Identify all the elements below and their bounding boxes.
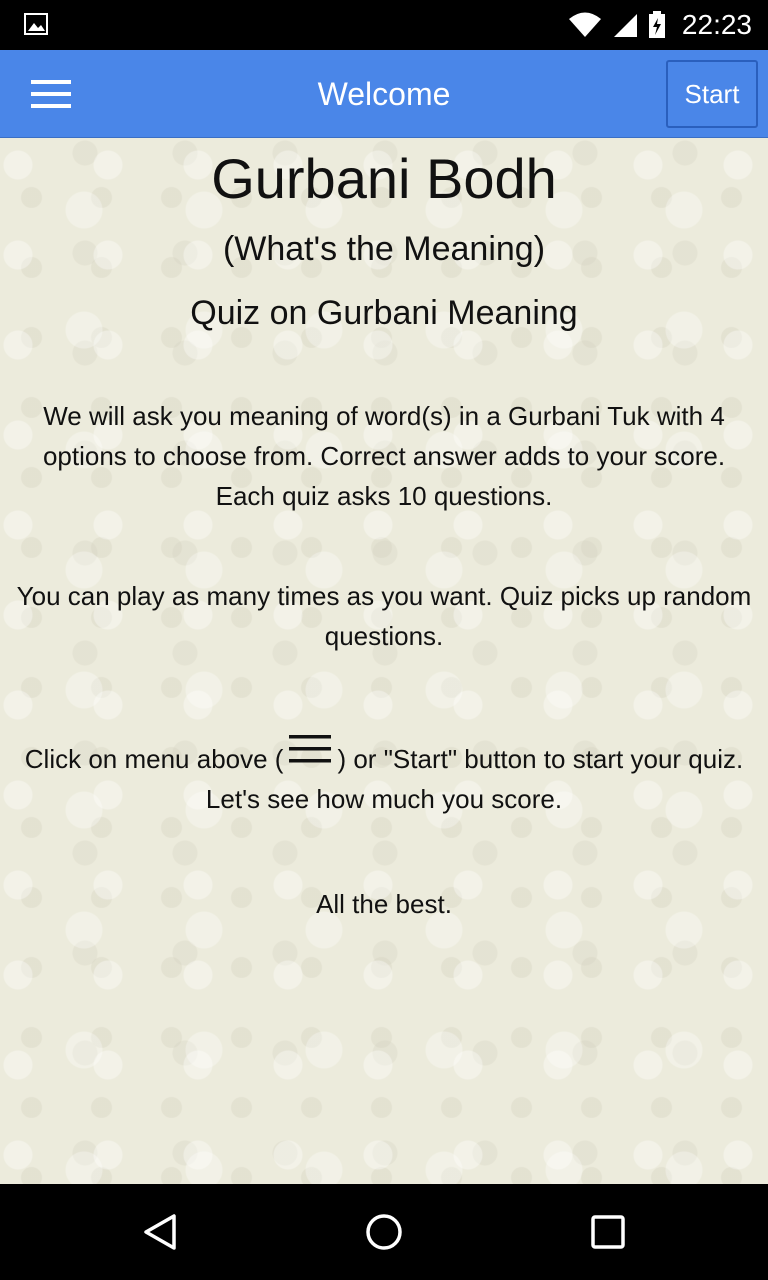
page-tagline: Quiz on Gurbani Meaning — [190, 294, 578, 332]
hamburger-menu-icon — [31, 80, 71, 108]
back-icon — [144, 1214, 176, 1250]
app-title: Welcome — [317, 75, 451, 112]
image-icon — [24, 13, 48, 35]
home-button[interactable] — [352, 1202, 416, 1262]
status-right: 22:23 — [568, 0, 752, 50]
instructions-text-after: ) or "Start" button to start your quiz. … — [205, 744, 744, 814]
inline-menu-icon — [289, 735, 332, 763]
menu-button[interactable] — [20, 68, 84, 120]
recents-button[interactable] — [576, 1202, 640, 1262]
battery-icon — [648, 11, 665, 38]
page-title: Gurbani Bodh — [211, 147, 557, 210]
replay-paragraph: You can play as many times as you want. … — [16, 581, 752, 651]
app-bar: Welcome Start — [0, 50, 768, 138]
start-instructions-paragraph: Click on menu above ( ) or "Start" butto… — [10, 734, 758, 819]
page-subtitle: (What's the Meaning) — [222, 230, 546, 268]
status-bar: 22:23 — [0, 0, 768, 50]
navigation-bar — [0, 1184, 768, 1280]
wifi-icon — [568, 12, 601, 37]
intro-paragraph: We will ask you meaning of word(s) in a … — [42, 401, 726, 511]
home-icon — [366, 1214, 402, 1250]
signal-icon — [613, 14, 637, 37]
back-button[interactable] — [128, 1202, 192, 1262]
instructions-text-before: Click on menu above ( — [24, 744, 284, 774]
recents-icon — [591, 1215, 625, 1249]
closing-text: All the best. — [316, 889, 452, 919]
status-time: 22:23 — [681, 9, 752, 40]
welcome-content: Gurbani Bodh (What's the Meaning) Quiz o… — [0, 138, 768, 1184]
start-button[interactable]: Start — [666, 60, 758, 128]
